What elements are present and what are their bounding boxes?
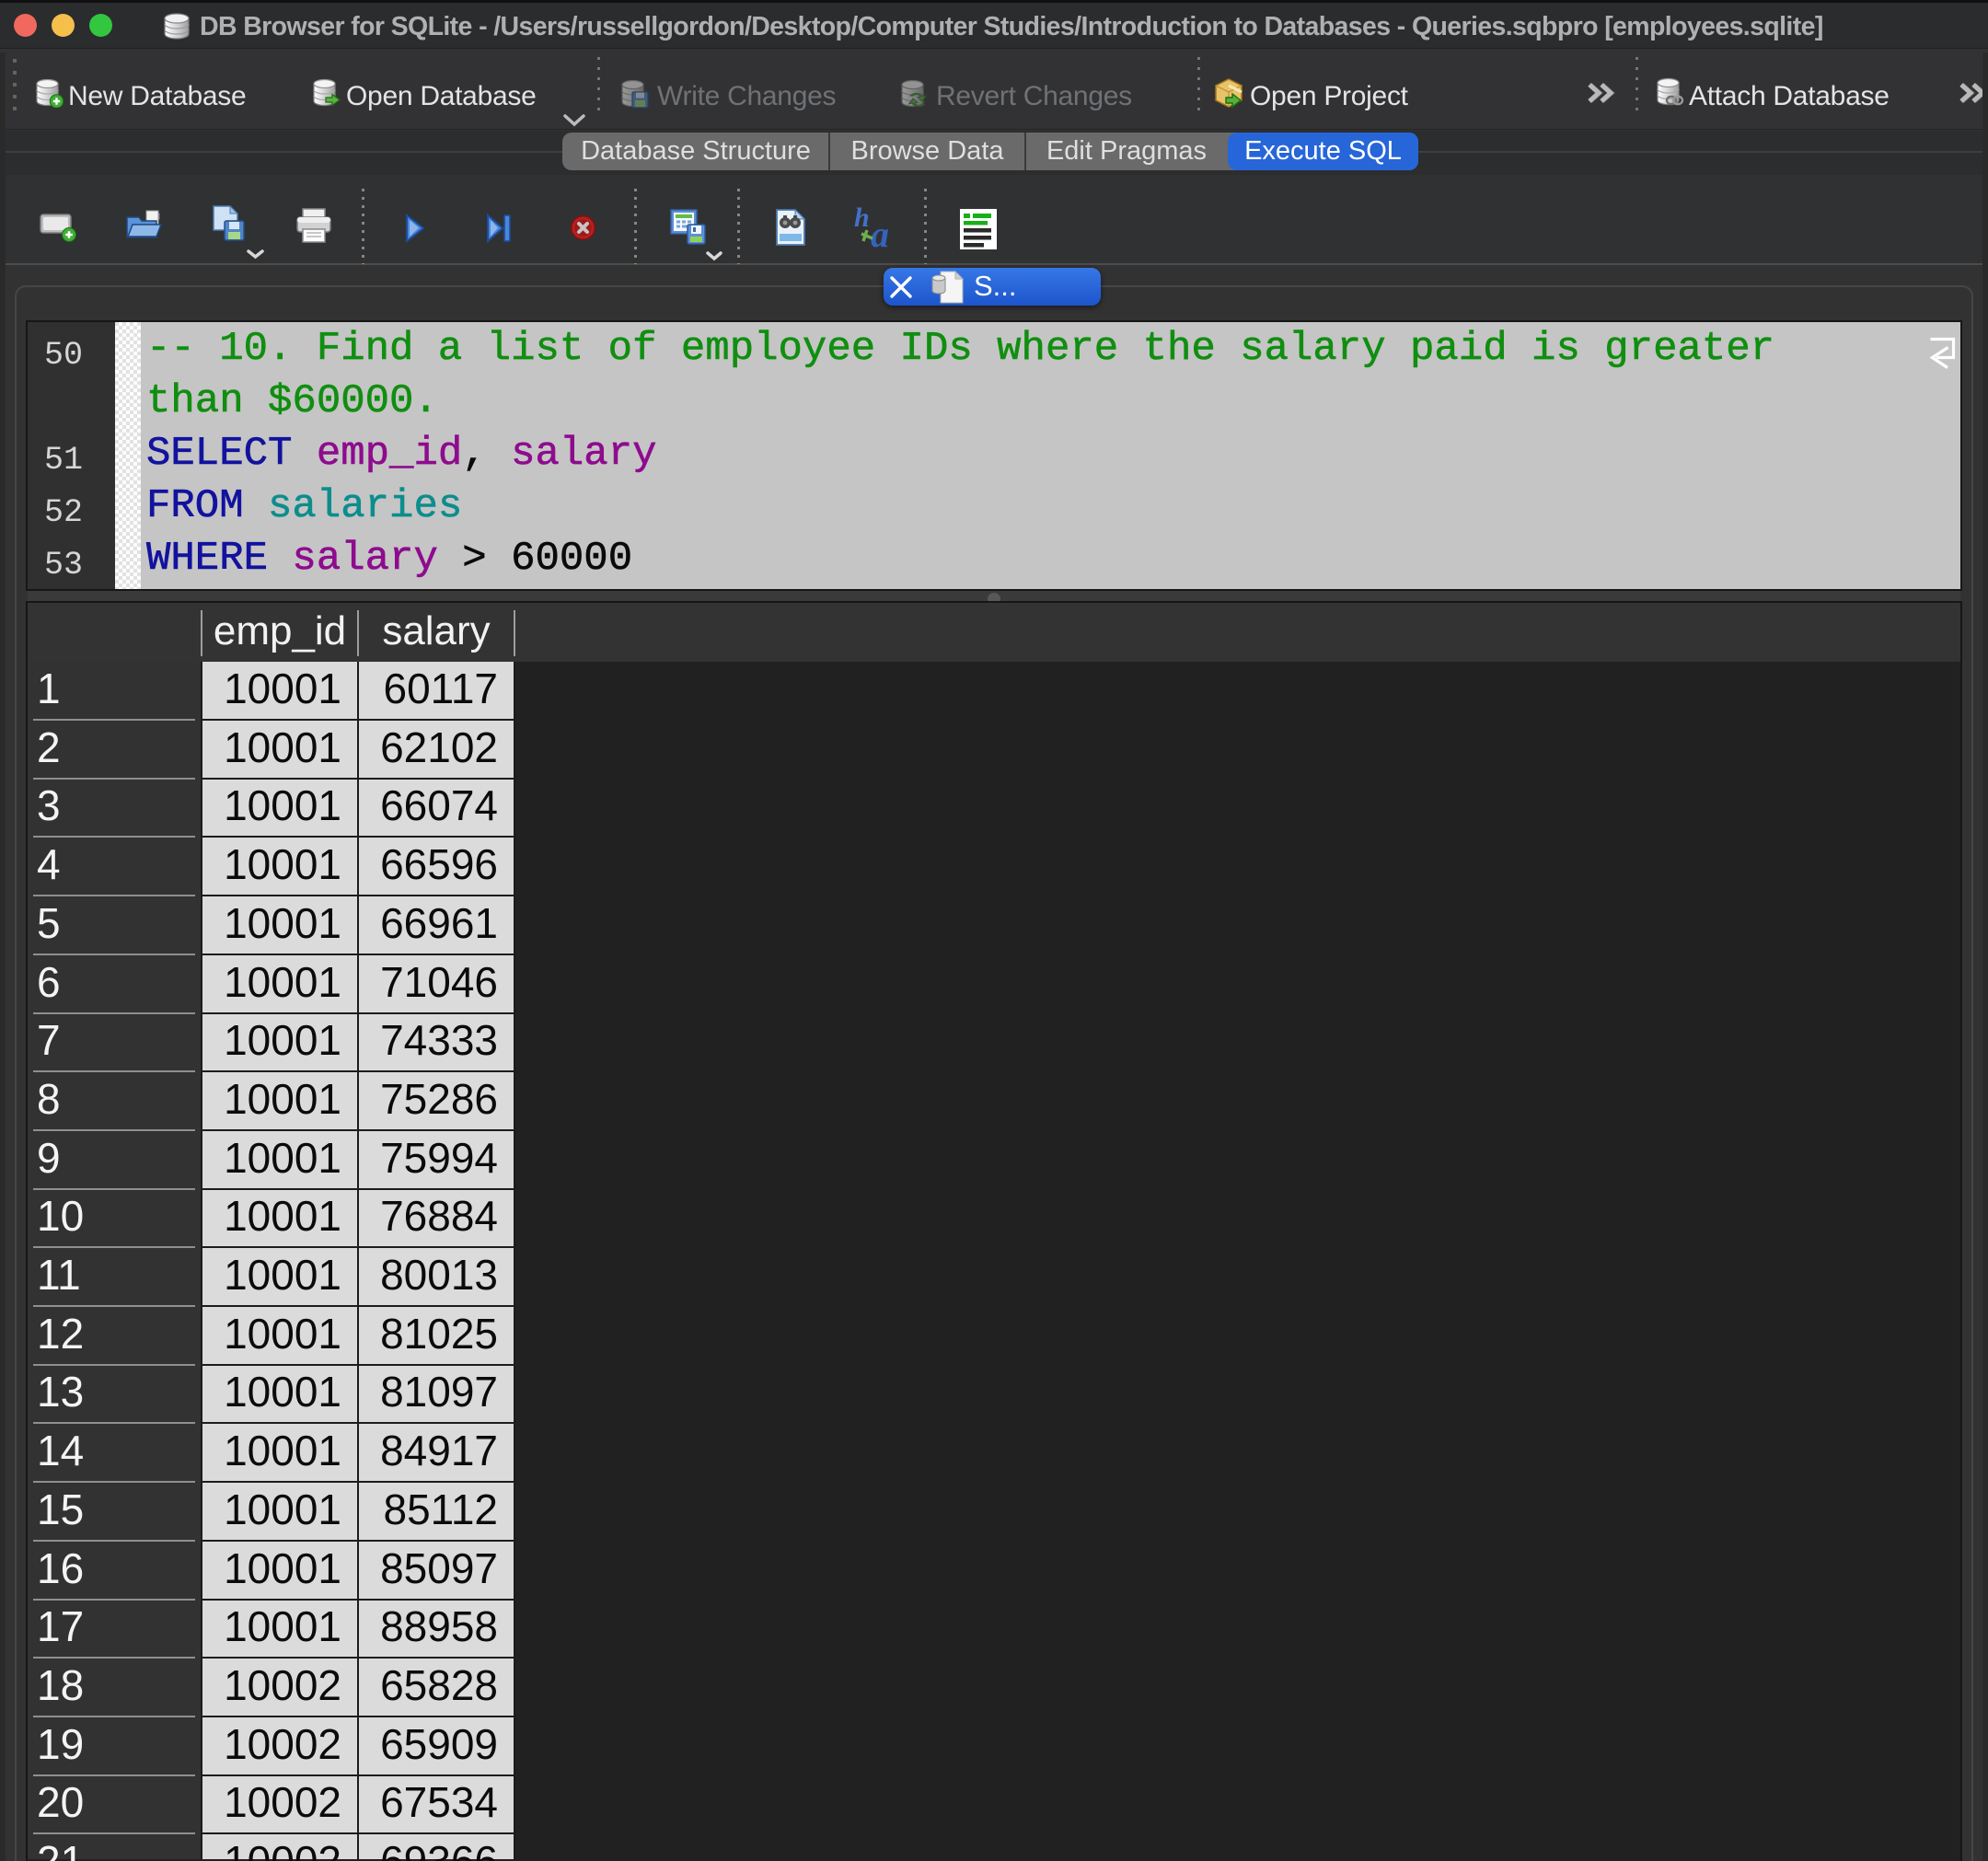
svg-text:h: h [854, 204, 870, 233]
svg-text:a: a [871, 214, 889, 249]
